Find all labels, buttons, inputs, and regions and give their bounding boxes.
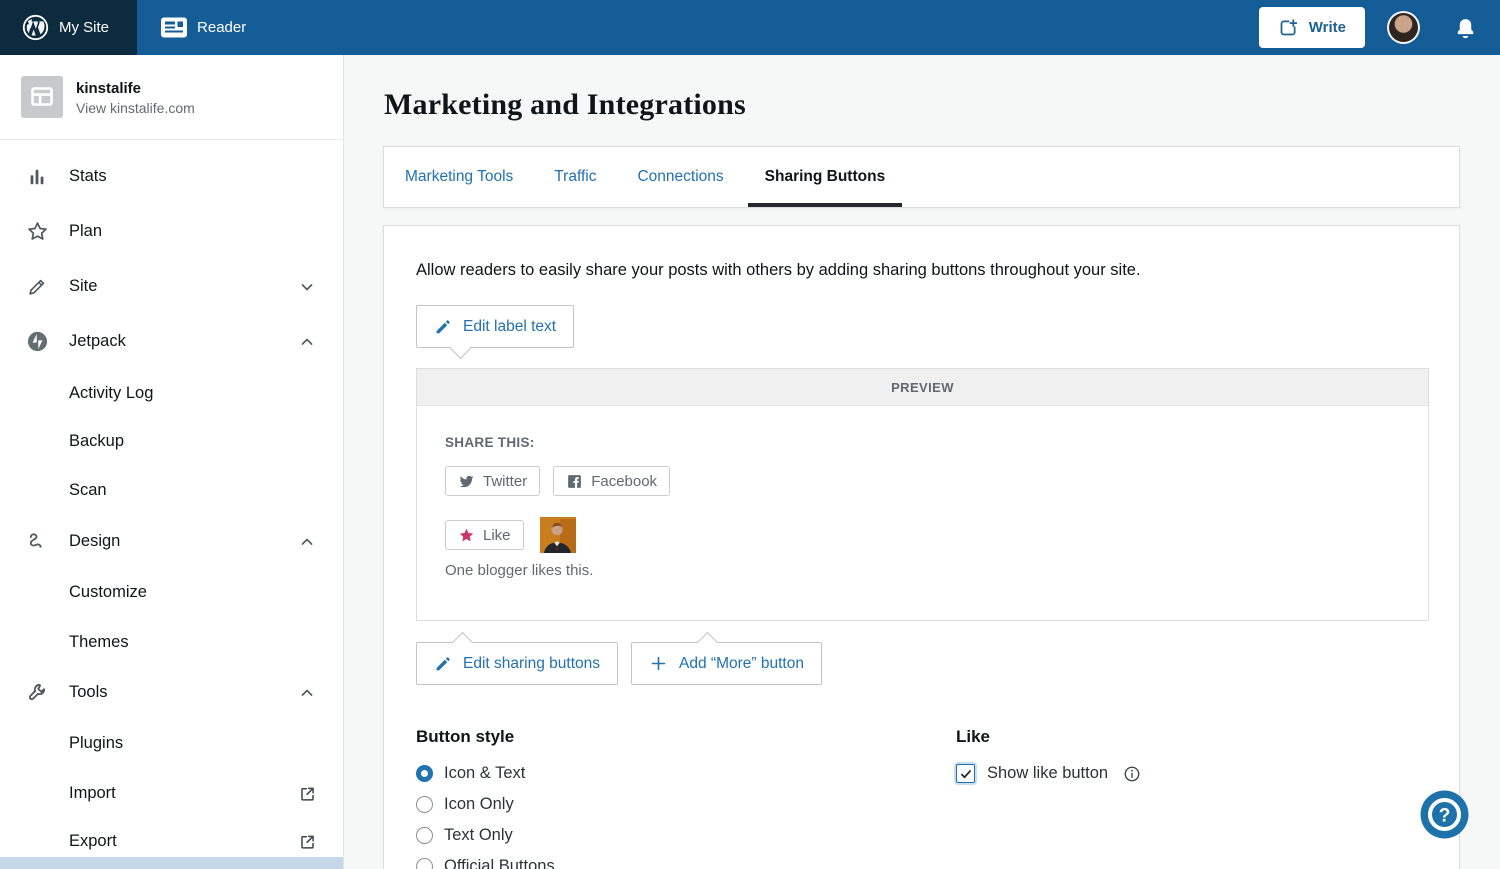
sidebar-item-backup[interactable]: Backup — [0, 417, 343, 465]
star-icon — [24, 220, 50, 243]
edit-sharing-buttons-button[interactable]: Edit sharing buttons — [416, 642, 618, 685]
show-like-checkbox[interactable] — [956, 764, 975, 783]
sidebar-item-scan[interactable]: Scan — [0, 465, 343, 516]
twitter-share-button[interactable]: Twitter — [445, 466, 540, 496]
pencil-icon — [434, 318, 452, 336]
page-title: Marketing and Integrations — [384, 88, 1460, 122]
chevron-down-icon — [297, 277, 317, 297]
radio-button[interactable] — [416, 827, 433, 844]
reader-menu[interactable]: Reader — [137, 0, 270, 55]
sidebar-item-site[interactable]: Site — [0, 259, 343, 314]
masterbar-spacer — [270, 0, 1259, 55]
button-style-heading: Button style — [416, 727, 956, 747]
external-link-icon — [298, 832, 317, 851]
wrench-icon — [24, 681, 50, 704]
liker-avatar[interactable] — [540, 517, 576, 553]
reader-icon — [161, 17, 187, 38]
site-switcher[interactable]: kinstalife View kinstalife.com — [0, 55, 343, 140]
sidebar-item-plan[interactable]: Plan — [0, 204, 343, 259]
share-buttons-row: Twitter Facebook — [445, 466, 1400, 496]
chevron-up-icon — [297, 683, 317, 703]
sidebar-item-design[interactable]: Design — [0, 516, 343, 567]
site-url[interactable]: View kinstalife.com — [76, 100, 195, 116]
create-post-icon — [1278, 17, 1299, 38]
site-name: kinstalife — [76, 78, 195, 101]
svg-text:?: ? — [1439, 806, 1451, 827]
sidebar-item-jetpack[interactable]: Jetpack — [0, 314, 343, 369]
sidebar-selected-item-partial[interactable] — [0, 857, 343, 869]
plus-icon — [649, 654, 668, 673]
masterbar: My Site Reader Write — [0, 0, 1500, 55]
like-settings-group: Like Show like button — [956, 727, 1141, 869]
add-more-button[interactable]: Add “More” button — [631, 642, 822, 685]
sidebar-item-stats[interactable]: Stats — [0, 149, 343, 204]
like-button[interactable]: Like — [445, 520, 524, 550]
help-question-icon: ? — [1420, 790, 1469, 839]
button-style-group: Button style Icon & Text Icon Only Text … — [416, 727, 956, 869]
sharing-buttons-panel: Allow readers to easily share your posts… — [383, 225, 1460, 869]
stats-icon — [24, 166, 50, 188]
site-icon — [21, 76, 63, 118]
likes-count-text: One blogger likes this. — [445, 562, 1400, 579]
radio-icon-and-text[interactable]: Icon & Text — [416, 764, 956, 783]
section-tabs: Marketing Tools Traffic Connections Shar… — [383, 146, 1460, 208]
jetpack-icon — [24, 330, 50, 353]
help-button[interactable]: ? — [1420, 790, 1469, 839]
preview-body: SHARE THIS: Twitter Facebook — [417, 406, 1428, 620]
main-content: Marketing and Integrations Marketing Too… — [345, 55, 1500, 869]
sharing-description: Allow readers to easily share your posts… — [416, 261, 1429, 280]
share-this-label: SHARE THIS: — [445, 435, 1400, 450]
facebook-icon — [566, 473, 583, 490]
my-site-label: My Site — [59, 19, 109, 36]
pencil-icon — [434, 655, 452, 673]
radio-button[interactable] — [416, 858, 433, 869]
like-preview-row: Like — [445, 517, 1400, 553]
reader-label: Reader — [197, 19, 246, 36]
notifications-bell-icon[interactable] — [1453, 15, 1478, 40]
tab-sharing-buttons[interactable]: Sharing Buttons — [748, 147, 903, 207]
pencil-icon — [24, 276, 50, 298]
chevron-up-icon — [297, 332, 317, 352]
write-button[interactable]: Write — [1259, 7, 1365, 48]
customize-squiggle-icon — [24, 530, 50, 553]
like-heading: Like — [956, 727, 1141, 747]
tooltip-caret — [452, 631, 473, 652]
twitter-icon — [458, 473, 475, 490]
sidebar-nav: Stats Plan Site Jetpack Activity Log Bac… — [0, 140, 343, 865]
like-star-icon — [458, 527, 475, 544]
tooltip-caret — [450, 337, 471, 358]
sidebar-item-themes[interactable]: Themes — [0, 617, 343, 667]
sharing-actions-row: Edit sharing buttons Add “More” button — [416, 642, 1429, 685]
tab-connections[interactable]: Connections — [620, 147, 740, 207]
my-site-menu[interactable]: My Site — [0, 0, 137, 55]
write-label: Write — [1309, 19, 1346, 36]
chevron-up-icon — [297, 532, 317, 552]
radio-icon-only[interactable]: Icon Only — [416, 795, 956, 814]
edit-label-text-button[interactable]: Edit label text — [416, 305, 574, 348]
radio-text-only[interactable]: Text Only — [416, 826, 956, 845]
sidebar-item-import[interactable]: Import — [0, 769, 343, 817]
external-link-icon — [298, 784, 317, 803]
sidebar: kinstalife View kinstalife.com Stats Pla… — [0, 55, 344, 869]
radio-official-buttons[interactable]: Official Buttons — [416, 857, 956, 869]
radio-button[interactable] — [416, 765, 433, 782]
user-avatar[interactable] — [1387, 11, 1420, 44]
site-info: kinstalife View kinstalife.com — [76, 78, 195, 117]
show-like-button-row[interactable]: Show like button — [956, 764, 1141, 783]
preview-header: PREVIEW — [417, 369, 1428, 406]
radio-button[interactable] — [416, 796, 433, 813]
sidebar-item-tools[interactable]: Tools — [0, 667, 343, 718]
info-icon[interactable] — [1123, 765, 1141, 783]
tab-marketing-tools[interactable]: Marketing Tools — [388, 147, 530, 207]
sidebar-item-plugins[interactable]: Plugins — [0, 718, 343, 769]
facebook-share-button[interactable]: Facebook — [553, 466, 670, 496]
sidebar-item-customize[interactable]: Customize — [0, 567, 343, 617]
sharing-preview: PREVIEW SHARE THIS: Twitter Facebook — [416, 368, 1429, 621]
tooltip-caret — [697, 631, 718, 652]
options-section: Button style Icon & Text Icon Only Text … — [416, 727, 1429, 869]
sidebar-item-activity-log[interactable]: Activity Log — [0, 369, 343, 417]
wordpress-logo-icon — [22, 14, 49, 41]
tab-traffic[interactable]: Traffic — [537, 147, 613, 207]
